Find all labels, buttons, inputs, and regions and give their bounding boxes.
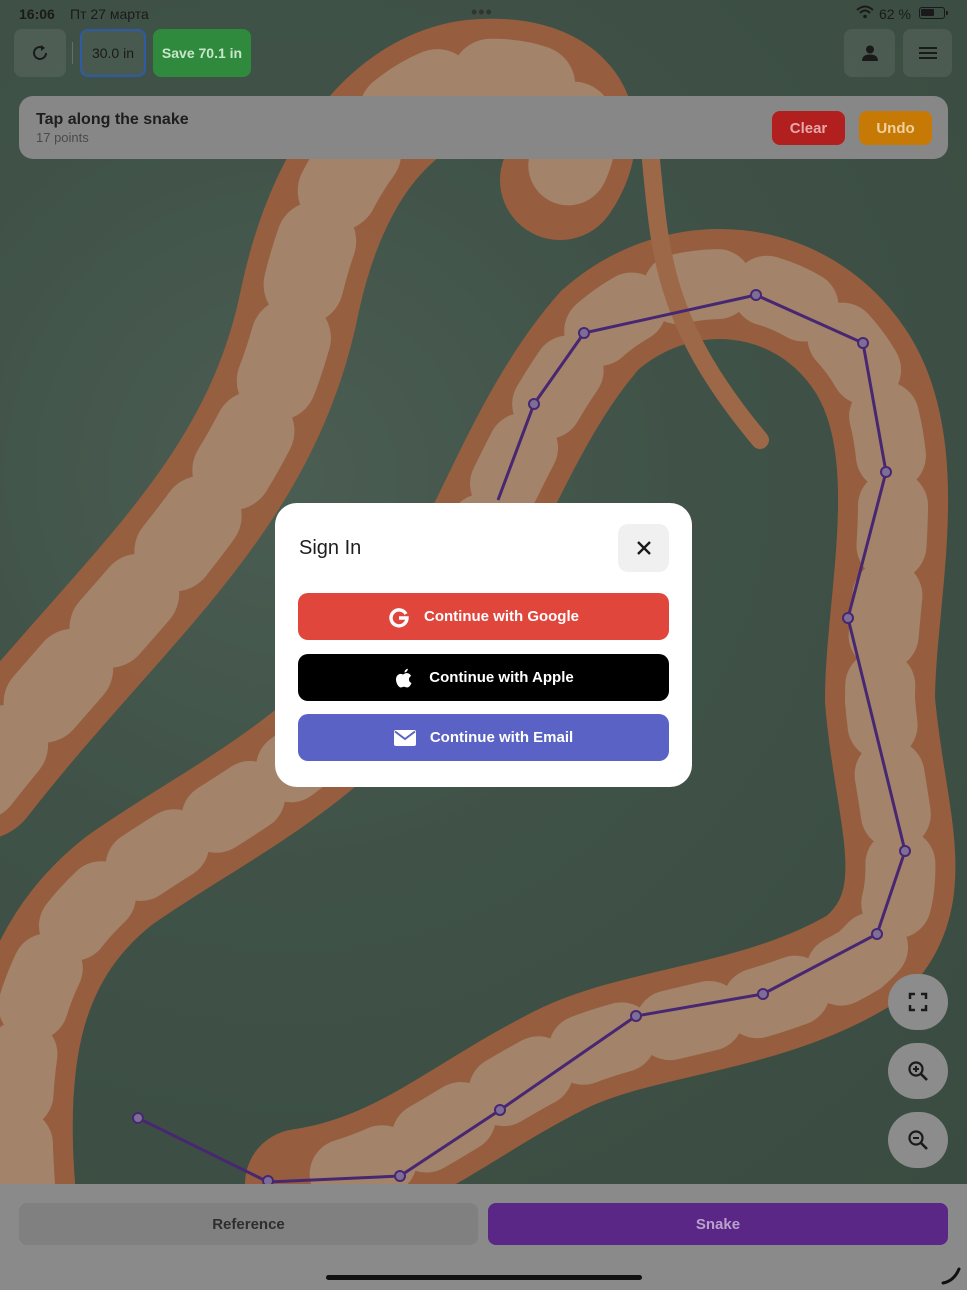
save-button[interactable]: Save 70.1 in [153, 29, 251, 77]
zoom-in-icon [908, 1061, 928, 1081]
menu-icon [918, 47, 937, 59]
status-bar: 16:06 Пт 27 марта ••• 62 % [0, 0, 967, 26]
google-label: Continue with Google [424, 608, 579, 625]
zoom-out-button[interactable] [888, 1112, 948, 1168]
refresh-button[interactable] [14, 29, 66, 77]
email-label: Continue with Email [429, 729, 574, 746]
continue-with-apple-button[interactable]: Continue with Apple [298, 654, 669, 701]
close-button[interactable] [618, 524, 669, 572]
instruction-title: Tap along the snake [36, 111, 189, 128]
continue-with-google-button[interactable]: Continue with Google [298, 593, 669, 640]
bottom-bar: Reference Snake [0, 1184, 967, 1290]
length-button[interactable]: 30.0 in [80, 29, 146, 77]
toolbar-divider [72, 42, 73, 64]
wifi-icon [856, 5, 874, 19]
undo-button[interactable]: Undo [859, 111, 932, 145]
account-button[interactable] [844, 29, 895, 77]
clear-button[interactable]: Clear [772, 111, 845, 145]
sign-in-dialog: Sign In Continue with Google Continue wi… [275, 503, 692, 787]
battery-percent: 62 % [879, 6, 911, 22]
pencil-hover-icon [941, 1267, 961, 1285]
top-toolbar: 30.0 in Save 70.1 in [0, 26, 967, 78]
zoom-out-icon [908, 1130, 928, 1150]
apple-icon [393, 667, 415, 689]
zoom-in-button[interactable] [888, 1043, 948, 1099]
tab-snake[interactable]: Snake [488, 1203, 948, 1245]
email-icon [393, 727, 416, 749]
tab-reference[interactable]: Reference [19, 1203, 478, 1245]
multitasking-dots[interactable]: ••• [471, 2, 493, 23]
status-time: 16:06 [19, 6, 55, 22]
continue-with-email-button[interactable]: Continue with Email [298, 714, 669, 761]
status-date: Пт 27 марта [70, 6, 149, 22]
apple-label: Continue with Apple [429, 669, 574, 686]
user-icon [861, 45, 878, 61]
fullscreen-icon [908, 992, 928, 1012]
points-count: 17 points [36, 130, 89, 145]
dialog-title: Sign In [299, 537, 362, 559]
refresh-icon [33, 45, 47, 60]
menu-button[interactable] [903, 29, 952, 77]
instruction-banner: Tap along the snake 17 points Clear Undo [19, 96, 948, 159]
battery-icon [919, 7, 948, 19]
google-icon [388, 606, 410, 628]
close-icon [636, 541, 651, 555]
home-indicator[interactable] [326, 1275, 642, 1280]
fullscreen-button[interactable] [888, 974, 948, 1030]
